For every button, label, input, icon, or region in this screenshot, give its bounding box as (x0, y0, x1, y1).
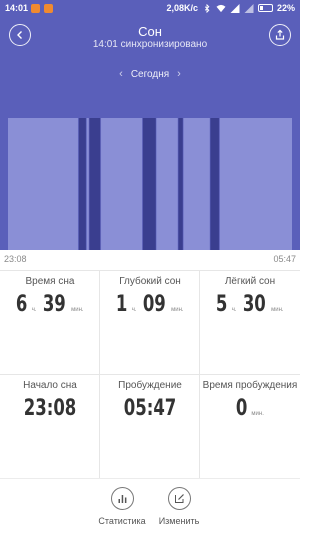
timeline-labels: 23:08 05:47 (0, 250, 300, 266)
previous-day-button[interactable]: ‹ (119, 68, 123, 80)
battery-icon (257, 4, 273, 12)
edit-button[interactable]: Изменить (149, 487, 209, 526)
stat-value: 0 мин. (200, 396, 300, 421)
notification-icon (31, 4, 40, 13)
light-sleep-segment (156, 118, 179, 250)
stat-label: Пробуждение (118, 380, 182, 391)
stat-time: 05:47 (123, 396, 177, 421)
stat-value: 1 ч. 09 мин. (100, 292, 200, 317)
stat-deep-sleep: Глубокий сон 1 ч. 09 мин. (100, 270, 200, 374)
stat-hours: 5 (216, 292, 228, 317)
stat-value: 23:08 (0, 396, 100, 421)
statistics-icon-circle (110, 487, 134, 510)
stat-unit: мин. (251, 411, 264, 417)
stat-time: 23:08 (23, 396, 77, 421)
stat-value: 6 ч. 39 мин. (0, 292, 100, 317)
stat-value: 05:47 (100, 396, 200, 421)
bluetooth-icon (204, 3, 210, 13)
signal-icon (230, 3, 240, 13)
timeline-start-label: 23:08 (4, 254, 27, 264)
light-sleep-segment (8, 118, 79, 250)
statistics-button[interactable]: Статистика (92, 487, 152, 526)
stat-label: Начало сна (23, 380, 77, 391)
stat-minutes: 0 (236, 396, 248, 421)
light-sleep-segment (219, 118, 292, 250)
deep-sleep-segment (142, 118, 157, 250)
stat-label: Время пробуждения (202, 380, 298, 391)
status-time: 14:01 (5, 3, 29, 13)
deep-sleep-segment (89, 118, 101, 250)
stat-label: Время сна (25, 276, 75, 287)
light-sleep-segment (183, 118, 211, 250)
status-bar: 14:01 2,08K/c 22% (0, 0, 300, 17)
date-navigator: ‹ Сегодня › (0, 68, 300, 80)
deep-sleep-segment (178, 118, 184, 250)
light-sleep-segment (100, 118, 143, 250)
network-speed: 2,08K/c (166, 3, 198, 13)
stat-hours: 6 (16, 292, 28, 317)
stat-hours: 1 (116, 292, 128, 317)
deep-sleep-segment (78, 118, 87, 250)
stat-unit: мин. (271, 307, 284, 313)
stat-unit: ч. (131, 307, 137, 313)
stat-unit: ч. (231, 307, 237, 313)
share-button[interactable] (269, 24, 291, 46)
stat-awake-time: Время пробуждения 0 мин. (200, 374, 300, 478)
date-label: Сегодня (130, 69, 170, 80)
stat-unit: ч. (31, 307, 37, 313)
page-title: Сон (138, 24, 162, 39)
stat-minutes: 39 (42, 292, 66, 317)
bar-chart-icon (118, 495, 126, 503)
stat-minutes: 30 (242, 292, 266, 317)
wifi-icon (216, 4, 226, 12)
stat-sleep-start: Начало сна 23:08 (0, 374, 100, 478)
signal-icon (244, 3, 254, 13)
stat-value: 5 ч. 30 мин. (200, 292, 300, 317)
deep-sleep-segment (210, 118, 220, 250)
statistics-label: Статистика (98, 516, 146, 526)
next-day-button[interactable]: › (177, 68, 181, 80)
stat-wake-up: Пробуждение 05:47 (100, 374, 200, 478)
edit-icon-circle (167, 487, 191, 510)
edit-label: Изменить (158, 516, 200, 526)
stats-grid: Время сна 6 ч. 39 мин. Глубокий сон 1 ч.… (0, 270, 300, 478)
battery-percent: 22% (276, 3, 295, 13)
edit-icon (174, 494, 184, 503)
stat-unit: мин. (71, 307, 84, 313)
sleep-chart (0, 118, 300, 250)
notification-icon (44, 4, 53, 13)
stat-label: Лёгкий сон (224, 276, 276, 287)
stat-light-sleep: Лёгкий сон 5 ч. 30 мин. (200, 270, 300, 374)
status-right: 2,08K/c 22% (166, 3, 295, 13)
stat-total-sleep: Время сна 6 ч. 39 мин. (0, 270, 100, 374)
timeline-end-label: 05:47 (273, 254, 296, 264)
stat-unit: мин. (171, 307, 184, 313)
bottom-bar: Статистика Изменить (0, 478, 300, 534)
sync-status: 14:01 синхронизировано (92, 39, 208, 50)
header-area: 14:01 2,08K/c 22% Сон 14:01 синхронизиро… (0, 0, 300, 258)
stat-minutes: 09 (142, 292, 166, 317)
stat-label: Глубокий сон (119, 276, 181, 287)
share-icon (275, 29, 285, 40)
